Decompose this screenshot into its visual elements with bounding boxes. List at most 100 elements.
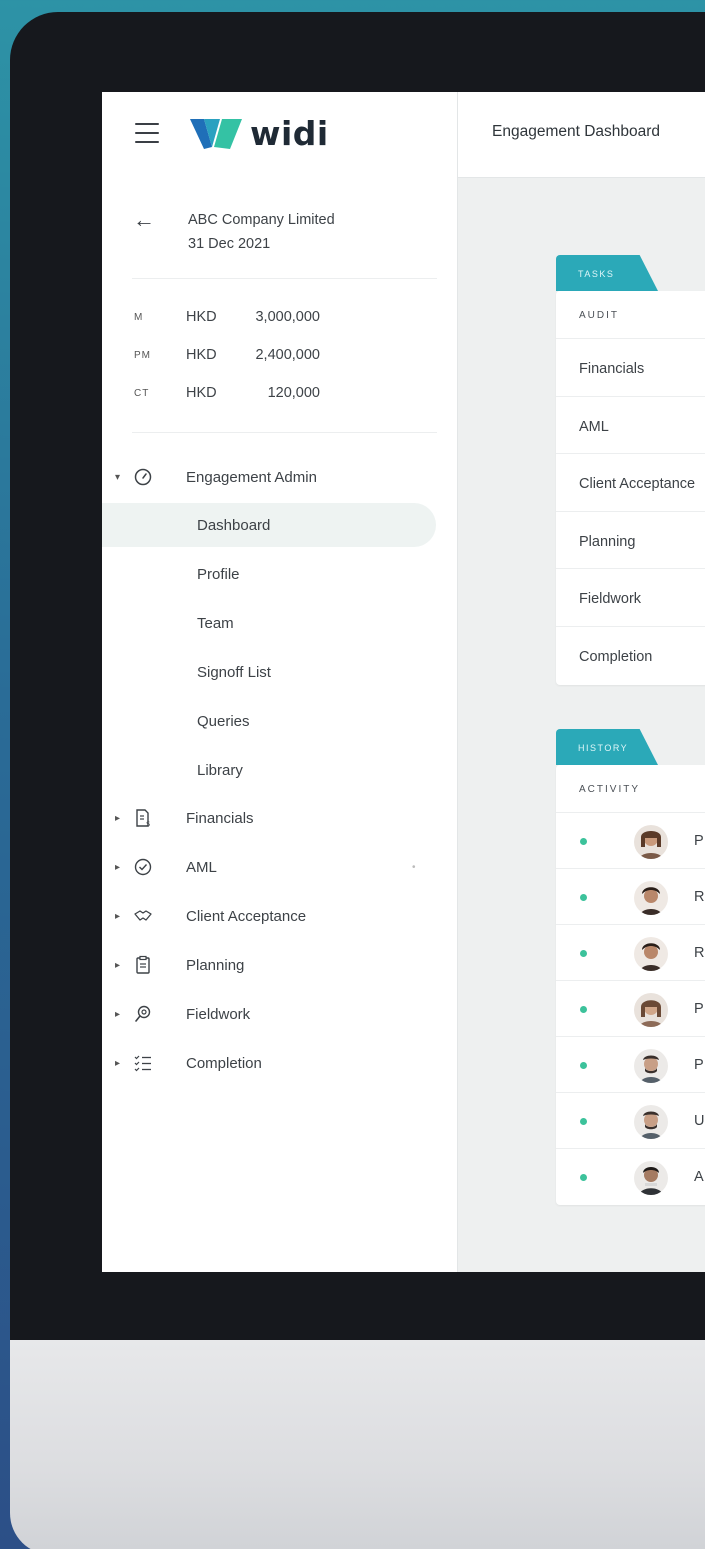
status-dot bbox=[580, 894, 587, 901]
nav-label: Engagement Admin bbox=[186, 468, 317, 486]
divider bbox=[132, 278, 437, 279]
amount-row: CT HKD 120,000 bbox=[132, 385, 320, 401]
sub-nav-label: Dashboard bbox=[197, 516, 271, 534]
nav-label: Completion bbox=[186, 1054, 262, 1072]
sub-nav-team[interactable]: Team bbox=[102, 601, 458, 645]
nav-financials[interactable]: ▸ $ Financials bbox=[102, 798, 458, 838]
nav-label: Planning bbox=[186, 956, 245, 974]
sub-nav-dashboard[interactable]: Dashboard bbox=[102, 503, 436, 547]
nav-label: Fieldwork bbox=[186, 1005, 251, 1023]
activity-text: R bbox=[694, 945, 705, 961]
avatar bbox=[634, 881, 668, 915]
status-dot bbox=[580, 950, 587, 957]
nav-planning[interactable]: ▸ Planning bbox=[102, 945, 458, 985]
sub-nav-signoff-list[interactable]: Signoff List bbox=[102, 650, 458, 694]
app-screen: widi ← ABC Company Limited 31 Dec 2021 M… bbox=[102, 92, 705, 1272]
tasks-column-header: AUDIT bbox=[556, 291, 705, 339]
document-dollar-icon: $ bbox=[136, 809, 150, 828]
nav-fieldwork[interactable]: ▸ Fieldwork bbox=[102, 994, 458, 1034]
task-row[interactable]: Financials bbox=[556, 339, 705, 397]
logo-wordmark: widi bbox=[250, 114, 329, 153]
task-row[interactable]: Client Acceptance bbox=[556, 454, 705, 512]
collapsed-bullet-icon: ▸ bbox=[115, 861, 121, 873]
tasks-card: AUDIT Financials AML Client Acceptance P… bbox=[556, 291, 705, 685]
amount-currency: HKD bbox=[186, 347, 217, 363]
activity-row[interactable]: A bbox=[556, 1149, 705, 1205]
sub-nav-label: Queries bbox=[197, 712, 250, 730]
tasks-tab[interactable]: TASKS bbox=[556, 255, 658, 291]
page-title: Engagement Dashboard bbox=[492, 123, 661, 140]
nav-client-acceptance[interactable]: ▸ Client Acceptance bbox=[102, 896, 458, 936]
status-dot bbox=[580, 1062, 587, 1069]
task-row[interactable]: Completion bbox=[556, 627, 705, 685]
gauge-icon bbox=[134, 468, 152, 486]
collapsed-bullet-icon: ▸ bbox=[115, 1008, 121, 1020]
sub-nav-label: Library bbox=[197, 761, 243, 779]
activity-text: U bbox=[694, 1113, 705, 1129]
check-circle-icon bbox=[134, 858, 152, 876]
avatar bbox=[634, 1161, 668, 1195]
amount-code: M bbox=[134, 311, 144, 323]
handshake-icon bbox=[134, 910, 152, 921]
amount-value: 3,000,000 bbox=[255, 309, 320, 325]
engagement-info: ABC Company Limited 31 Dec 2021 bbox=[188, 208, 335, 256]
status-dot bbox=[580, 1118, 587, 1125]
activity-row[interactable]: P bbox=[556, 981, 705, 1037]
nav-label: Client Acceptance bbox=[186, 907, 307, 925]
activity-row[interactable]: R bbox=[556, 925, 705, 981]
company-name: ABC Company Limited bbox=[188, 212, 335, 228]
amount-currency: HKD bbox=[186, 309, 217, 325]
sub-nav-profile[interactable]: Profile bbox=[102, 552, 458, 596]
collapsed-bullet-icon: ▸ bbox=[115, 959, 121, 971]
amount-row: M HKD 3,000,000 bbox=[132, 309, 320, 325]
sub-nav-label: Team bbox=[197, 614, 234, 632]
avatar bbox=[634, 825, 668, 859]
task-row[interactable]: Fieldwork bbox=[556, 569, 705, 627]
nav-completion[interactable]: ▸ Completion bbox=[102, 1043, 458, 1083]
activity-text: A bbox=[694, 1169, 704, 1185]
activity-row[interactable]: U bbox=[556, 1093, 705, 1149]
amount-row: PM HKD 2,400,000 bbox=[132, 347, 320, 363]
activity-row[interactable]: P bbox=[556, 813, 705, 869]
logo: widi bbox=[190, 114, 329, 153]
nav-engagement-admin[interactable]: ▾ Engagement Admin bbox=[102, 457, 458, 497]
task-row[interactable]: AML bbox=[556, 397, 705, 455]
top-bar: Engagement Dashboard bbox=[458, 92, 705, 178]
activity-text: P bbox=[694, 1057, 704, 1073]
amount-code: CT bbox=[134, 387, 150, 399]
collapsed-bullet-icon: ▸ bbox=[115, 910, 121, 922]
scroll-indicator: • bbox=[412, 861, 416, 873]
magnifier-icon bbox=[135, 1005, 151, 1022]
activity-text: P bbox=[694, 1001, 704, 1017]
activity-row[interactable]: R bbox=[556, 869, 705, 925]
status-dot bbox=[580, 1174, 587, 1181]
activity-text: P bbox=[694, 833, 704, 849]
collapsed-bullet-icon: ▸ bbox=[115, 1057, 121, 1069]
sub-nav-label: Signoff List bbox=[197, 663, 271, 681]
avatar bbox=[634, 1105, 668, 1139]
checklist-icon bbox=[134, 1055, 151, 1072]
nav-label: AML bbox=[186, 858, 217, 876]
amount-code: PM bbox=[134, 349, 151, 361]
history-tab[interactable]: HISTORY bbox=[556, 729, 658, 765]
activity-text: R bbox=[694, 889, 705, 905]
widi-logo-icon bbox=[190, 118, 242, 149]
monitor-chin bbox=[10, 1340, 705, 1549]
clipboard-icon bbox=[136, 955, 150, 974]
hamburger-menu-icon[interactable] bbox=[135, 123, 159, 143]
history-card: ACTIVITY P R R P P U A bbox=[556, 765, 705, 1205]
back-arrow-icon[interactable]: ← bbox=[133, 207, 155, 233]
nav-aml[interactable]: ▸ AML • bbox=[102, 847, 458, 887]
sub-nav-library[interactable]: Library bbox=[102, 748, 458, 792]
status-dot bbox=[580, 1006, 587, 1013]
sidebar: widi ← ABC Company Limited 31 Dec 2021 M… bbox=[102, 92, 458, 1272]
status-dot bbox=[580, 838, 587, 845]
task-row[interactable]: Planning bbox=[556, 512, 705, 570]
activity-row[interactable]: P bbox=[556, 1037, 705, 1093]
avatar bbox=[634, 1049, 668, 1083]
amount-currency: HKD bbox=[186, 385, 217, 401]
avatar bbox=[634, 993, 668, 1027]
amount-value: 120,000 bbox=[267, 385, 320, 401]
sub-nav-label: Profile bbox=[197, 565, 240, 583]
sub-nav-queries[interactable]: Queries bbox=[102, 699, 458, 743]
